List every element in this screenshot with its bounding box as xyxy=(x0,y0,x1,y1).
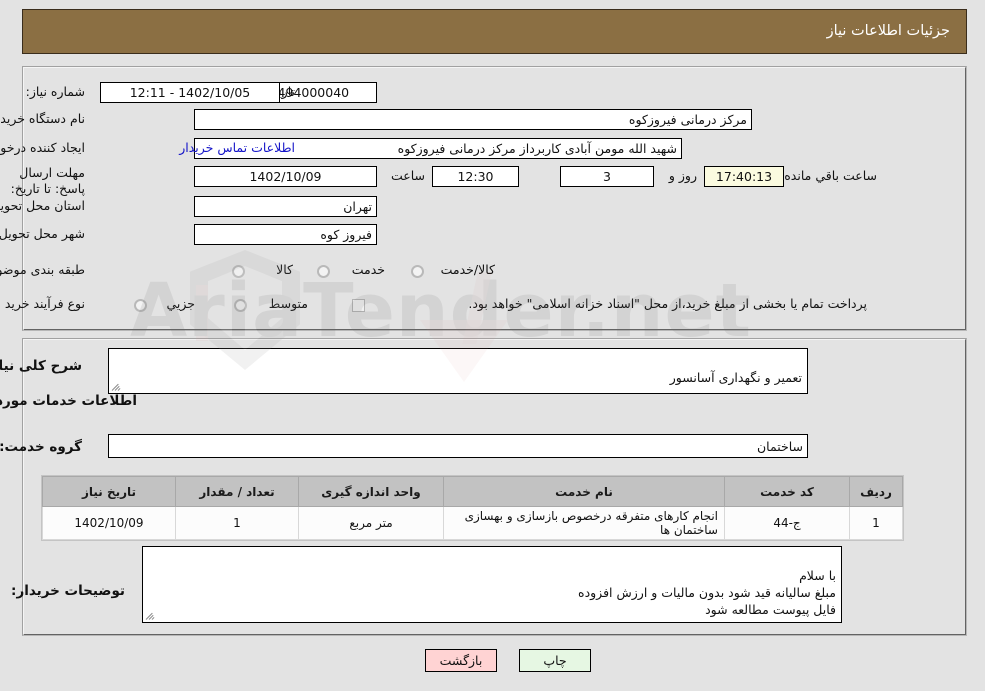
deadline-hour-label: ساعت xyxy=(390,168,425,183)
buyer-notes-value: با سلام مبلغ سالیانه قید شود بدون مالیات… xyxy=(578,568,836,617)
category-label: طبقه بندی موضوعی: xyxy=(0,262,85,277)
deadline-date-value: 1402/10/09 xyxy=(194,166,377,187)
delivery-province-label: استان محل تحویل: xyxy=(0,198,85,213)
buyer-org-label: نام دستگاه خریدار: xyxy=(0,111,85,126)
service-group-value[interactable]: ساختمان xyxy=(108,434,808,458)
process-type-label: نوع فرآیند خرید : xyxy=(0,296,85,311)
announcement-value: 1402/10/05 - 12:11 xyxy=(100,82,280,103)
col-unit: واحد اندازه گیری xyxy=(298,476,444,507)
col-quantity: تعداد / مقدار xyxy=(175,476,299,507)
cell-code: ج-44 xyxy=(724,506,850,540)
service-group-label: گروه خدمت: xyxy=(0,439,82,455)
buyer-contact-link[interactable]: اطلاعات تماس خریدار xyxy=(179,140,295,155)
general-description-textarea[interactable]: تعمیر و نگهداری آسانسور xyxy=(108,348,808,394)
col-code: کد خدمت xyxy=(724,476,850,507)
radio-process-motavaset-label: متوسط xyxy=(268,296,308,311)
radio-process-jozi-label: جزیي xyxy=(166,296,195,311)
col-name: نام خدمت xyxy=(443,476,725,507)
buyer-org-value: مرکز درمانی فیروزکوه xyxy=(194,109,752,130)
col-date: تاریخ نیاز xyxy=(42,476,176,507)
radio-category-kala-label: کالا xyxy=(276,262,293,277)
need-summary-panel xyxy=(22,66,967,331)
services-table: ردیف کد خدمت نام خدمت واحد اندازه گیری ت… xyxy=(42,476,903,540)
general-description-label: شرح کلی نیاز: xyxy=(0,358,82,374)
buyer-notes-label: توضیحات خریدار: xyxy=(11,583,125,599)
remaining-days-value: 3 xyxy=(560,166,654,187)
deadline-time-value: 12:30 xyxy=(432,166,519,187)
need-number-label: شماره نیاز: xyxy=(25,84,85,99)
treasury-note-checkbox[interactable] xyxy=(352,299,365,312)
delivery-city-value: فیروز کوه xyxy=(194,224,377,245)
radio-category-kala-khedmat[interactable] xyxy=(411,265,424,278)
radio-category-kala-khedmat-label: کالا/خدمت xyxy=(440,262,495,277)
remaining-time-label: ساعت باقي مانده xyxy=(784,168,877,183)
table-row: 1 ج-44 انجام کارهای متفرقه درخصوص بازساز… xyxy=(42,506,903,540)
col-radif: ردیف xyxy=(849,476,903,507)
remaining-time-value: 17:40:13 xyxy=(704,166,784,187)
cell-quantity: 1 xyxy=(175,506,299,540)
deadline-label: مهلت ارسال پاسخ: تا تاریخ: xyxy=(10,165,85,196)
radio-category-kala[interactable] xyxy=(232,265,245,278)
treasury-note-text: پرداخت تمام یا بخشی از مبلغ خرید،از محل … xyxy=(468,296,867,311)
remaining-days-label: روز و xyxy=(668,168,697,183)
radio-category-khedmat[interactable] xyxy=(317,265,330,278)
window-title-bar: جزئیات اطلاعات نیاز xyxy=(22,9,967,54)
page-root: AriaTender.net جزئیات اطلاعات نیاز شماره… xyxy=(0,0,985,691)
cell-name: انجام کارهای متفرقه درخصوص بازسازی و بهس… xyxy=(443,506,725,540)
radio-process-jozi[interactable] xyxy=(134,299,147,312)
request-creator-label: ایجاد کننده درخواست: xyxy=(0,140,85,155)
services-info-heading: اطلاعات خدمات مورد نیاز xyxy=(0,393,137,409)
table-header-row: ردیف کد خدمت نام خدمت واحد اندازه گیری ت… xyxy=(42,476,903,507)
cell-date: 1402/10/09 xyxy=(42,506,176,540)
resize-grip-icon[interactable] xyxy=(111,381,122,392)
buyer-notes-textarea[interactable]: با سلام مبلغ سالیانه قید شود بدون مالیات… xyxy=(142,546,842,623)
delivery-city-label: شهر محل تحویل: xyxy=(0,226,85,241)
print-button[interactable]: چاپ xyxy=(519,649,591,672)
delivery-province-value: تهران xyxy=(194,196,377,217)
resize-grip-icon[interactable] xyxy=(145,610,156,621)
page-title: جزئیات اطلاعات نیاز xyxy=(826,23,950,39)
radio-process-motavaset[interactable] xyxy=(234,299,247,312)
cell-unit: متر مربع xyxy=(298,506,444,540)
back-button[interactable]: بازگشت xyxy=(425,649,497,672)
radio-category-khedmat-label: خدمت xyxy=(351,262,385,277)
general-description-value: تعمیر و نگهداری آسانسور xyxy=(669,370,802,385)
cell-radif: 1 xyxy=(849,506,903,540)
